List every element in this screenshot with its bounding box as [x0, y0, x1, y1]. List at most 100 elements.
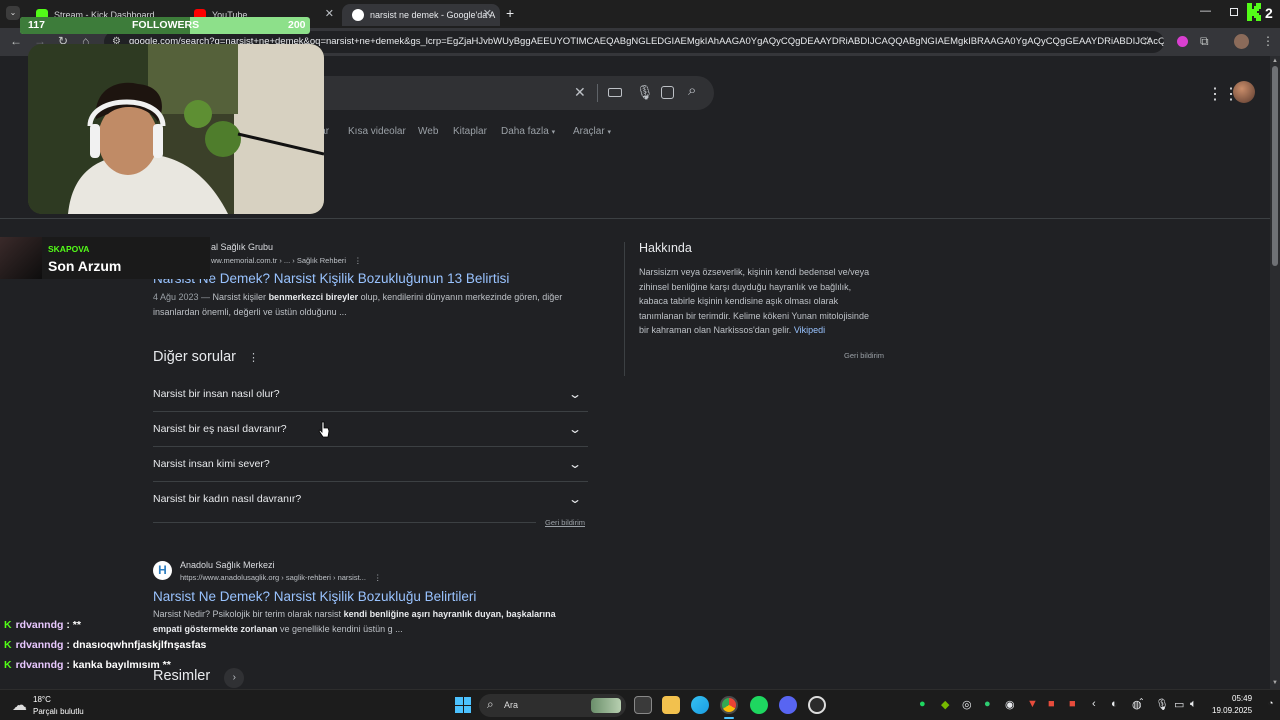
result-snippet: Narsist Nedir? Psikolojik bir terim olar… — [153, 607, 593, 637]
network-icon[interactable]: ▭ — [1174, 698, 1184, 711]
search-input[interactable]: ✕ 🎙︎ ⌕ — [300, 76, 714, 110]
profile-avatar[interactable] — [1234, 34, 1249, 49]
keyboard-icon[interactable] — [608, 88, 622, 97]
svg-text:2: 2 — [1265, 5, 1273, 21]
divider — [597, 84, 598, 102]
faq-item[interactable]: Narsist bir insan nasıl olur? ⌄ — [153, 377, 588, 412]
snippet-text: Narsist kişiler — [210, 292, 269, 302]
feedback-link[interactable]: Geri bildirim — [844, 351, 884, 360]
bookmark-star-icon[interactable]: ☆ — [1142, 34, 1153, 48]
show-hidden-icons-icon[interactable]: ⌃ — [1138, 697, 1145, 706]
caret-down-icon: ▾ — [607, 129, 611, 136]
scroll-up-icon[interactable]: ▲ — [1272, 58, 1278, 64]
new-tab-button[interactable]: + — [506, 5, 514, 21]
file-explorer-icon[interactable] — [662, 696, 680, 714]
minimize-window-icon[interactable]: — — [1200, 5, 1211, 17]
chat-text: : ** — [63, 619, 81, 631]
tab-web[interactable]: Web — [418, 126, 438, 137]
faq-item[interactable]: Narsist bir kadın nasıl davranır? ⌄ — [153, 482, 588, 517]
snippet-bold: empati göstermekte zorlanan — [153, 624, 278, 634]
kick-badge-icon: K — [4, 639, 12, 651]
kick-badge-icon: K — [4, 659, 12, 671]
page-scrollbar[interactable]: ▲ ▼ — [1270, 56, 1280, 689]
voice-search-icon[interactable]: 🎙︎ — [636, 84, 654, 101]
restore-window-icon[interactable] — [1230, 8, 1238, 16]
chevron-down-icon: ⌄ — [567, 457, 583, 471]
tab-more[interactable]: Daha fazla ▾ — [501, 126, 555, 137]
about-line: zihinsel benliğine karşı duyduğu hayranl… — [639, 281, 852, 292]
tray-app-icon[interactable]: ◉ — [1005, 698, 1015, 711]
taskbar-search-box[interactable]: ⌕ Ara — [479, 694, 626, 717]
faq-question: Narsist bir insan nasıl olur? — [153, 388, 280, 400]
task-view-icon[interactable] — [634, 696, 652, 714]
taskbar-search-label: Ara — [504, 700, 519, 710]
more-options-icon[interactable]: ⋮ — [354, 256, 362, 265]
extension-icon[interactable] — [1177, 36, 1188, 47]
chat-text: : kanka bayılmısım ** — [63, 659, 171, 671]
tab-google-search[interactable]: narsist ne demek - Google'da A ✕ — [342, 4, 500, 26]
chevron-down-icon: ⌄ — [567, 422, 583, 436]
clear-search-icon[interactable]: ✕ — [574, 84, 586, 101]
extensions-puzzle-icon[interactable]: ⧉ — [1200, 34, 1209, 49]
edge-browser-icon[interactable] — [691, 696, 709, 714]
back-icon[interactable]: ← — [10, 34, 22, 48]
tray-spotify-icon[interactable]: ● — [919, 698, 926, 710]
about-text: Narsisizm veya özseverlik, kişinin kendi… — [639, 265, 899, 338]
volume-icon[interactable]: 🔈︎ — [1190, 698, 1197, 711]
more-options-icon[interactable]: ⋮ — [248, 352, 259, 364]
wikipedia-link[interactable]: Vikipedi — [794, 325, 825, 335]
discord-icon[interactable] — [779, 696, 797, 714]
tab-books[interactable]: Kitaplar — [453, 126, 487, 137]
other-questions-heading: Diğer sorular ⋮ — [153, 349, 259, 365]
tray-app-icon[interactable]: ▼ — [1027, 698, 1038, 710]
windows-taskbar: ☁ 18°C Parçalı bulutlu ⌕ Ara ● ◆ ◎ ● ◉ ▼… — [0, 689, 1280, 720]
chevron-right-icon[interactable]: › — [224, 668, 245, 688]
tab-tools[interactable]: Araçlar ▾ — [573, 126, 611, 137]
weather-widget[interactable]: ☁ 18°C Parçalı bulutlu — [10, 693, 120, 719]
chat-text: : dnasıoqwhnfjaskjlfnşasfas — [63, 639, 207, 651]
scroll-down-icon[interactable]: ▼ — [1272, 680, 1278, 686]
tray-app-icon[interactable]: ‹ — [1092, 698, 1096, 710]
weather-temp: 18°C — [33, 695, 51, 704]
tray-app-icon[interactable]: ● — [984, 698, 991, 710]
clock-date[interactable]: 19.09.2025 — [1212, 706, 1252, 715]
tab-search-dropdown-icon[interactable]: ⌄ — [6, 6, 20, 20]
site-favicon-icon: H — [153, 561, 172, 580]
search-icon[interactable]: ⌕ — [688, 82, 696, 99]
about-panel: Hakkında Narsisizm veya özseverlik, kişi… — [639, 241, 899, 360]
result-snippet: 4 Ağu 2023 — Narsist kişiler benmerkezci… — [153, 290, 593, 320]
spotify-icon[interactable] — [750, 696, 768, 714]
chrome-browser-icon[interactable] — [720, 696, 738, 714]
now-playing-widget: SKAPOVA Son Arzum — [0, 237, 210, 279]
google-account-avatar[interactable] — [1233, 81, 1255, 103]
obs-icon[interactable] — [808, 696, 826, 714]
tray-app-icon[interactable]: ◎ — [962, 698, 972, 711]
search-highlight-icon — [591, 698, 621, 713]
tray-app-icon[interactable]: ■ — [1069, 698, 1076, 710]
faq-item[interactable]: Narsist insan kimi sever? ⌄ — [153, 447, 588, 482]
microphone-icon[interactable]: 🎙︎ — [1155, 698, 1169, 711]
tray-steam-icon[interactable]: ◐ — [1111, 698, 1118, 710]
faq-question: Narsist bir kadın nasıl davranır? — [153, 493, 302, 505]
divider — [0, 218, 1270, 219]
images-section-heading[interactable]: Resimler › — [153, 668, 245, 688]
result-title-link[interactable]: Narsist Ne Demek? Narsist Kişilik Bozukl… — [153, 589, 476, 604]
about-line: tanımlanan bir terimdir. Kelime kökeni Y… — [639, 310, 869, 321]
lens-search-icon[interactable] — [661, 86, 674, 99]
close-tab-icon[interactable]: ✕ — [325, 7, 334, 20]
close-tab-icon[interactable]: ✕ — [483, 7, 492, 20]
search-icon: ⌕ — [487, 697, 494, 711]
clock-time[interactable]: 05:49 — [1232, 694, 1252, 703]
windows-start-icon[interactable] — [455, 697, 471, 713]
result-source-url: https://www.anadolusaglik.org › saglik-r… — [180, 573, 382, 582]
tray-app-icon[interactable]: ■ — [1048, 698, 1055, 710]
chrome-menu-icon[interactable]: ⋮ — [1262, 34, 1274, 48]
more-options-icon[interactable]: ⋮ — [374, 573, 382, 582]
tab-short-videos[interactable]: Kısa videolar — [348, 126, 406, 137]
tray-nvidia-icon[interactable]: ◆ — [941, 698, 949, 711]
notification-bell-icon[interactable]: ◔ — [1268, 698, 1273, 708]
scrollbar-thumb[interactable] — [1272, 66, 1278, 266]
faq-item[interactable]: Narsist bir eş nasıl davranır? ⌄ — [153, 412, 588, 447]
feedback-link[interactable]: Geri bildirim — [545, 518, 585, 527]
now-playing-artist: SKAPOVA — [48, 244, 90, 254]
